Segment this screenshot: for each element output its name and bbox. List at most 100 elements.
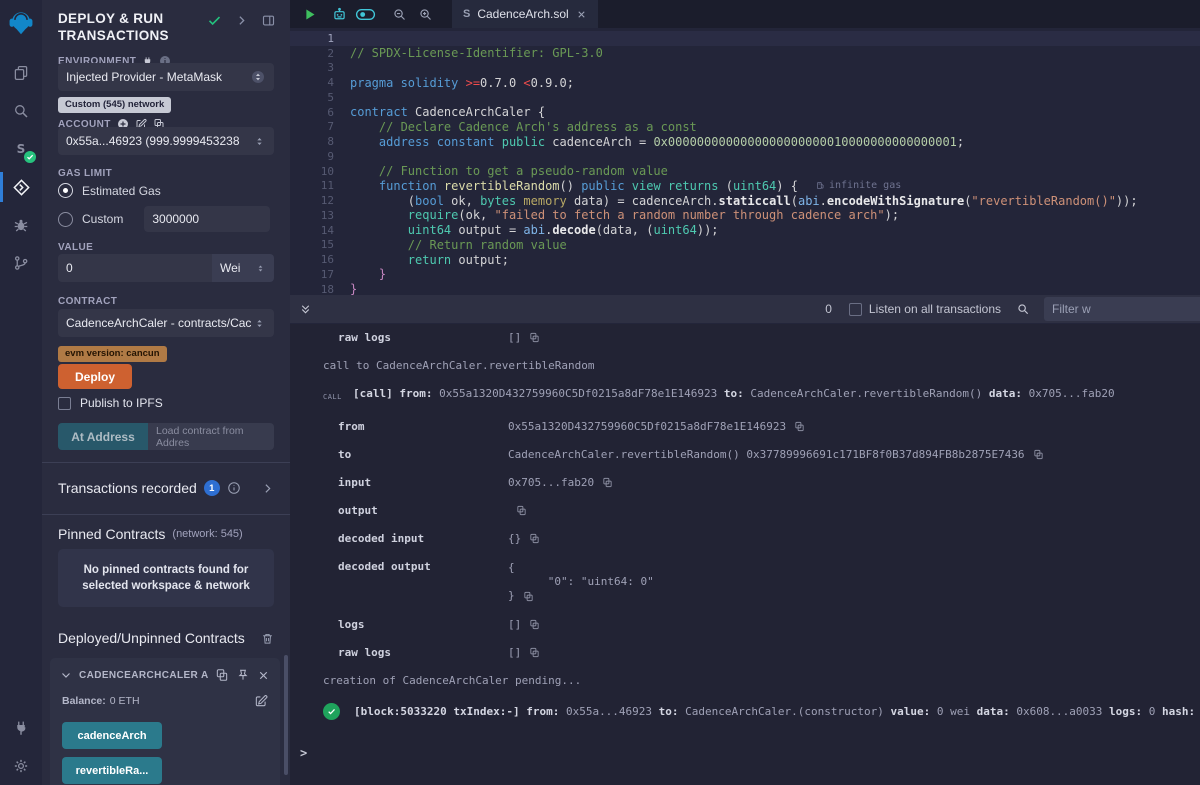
value-unit-select[interactable]: Wei [212,254,274,282]
fn-revertiblerandom-button[interactable]: revertibleRa... [62,757,162,784]
debugger-icon[interactable] [0,206,42,244]
listen-all-checkbox[interactable]: Listen on all transactions [849,302,1001,316]
zoom-in-icon[interactable] [412,0,438,28]
transactions-count-badge: 1 [204,480,220,496]
caret-updown-icon [253,317,266,330]
copy-icon[interactable] [1033,449,1044,461]
terminal-success-entry[interactable]: [block:5033220 txIndex:-] from: 0x55a...… [323,703,1200,720]
zoom-out-icon[interactable] [386,0,412,28]
copy-icon[interactable] [529,619,540,631]
infinite-gas-annotation: infinite gas [816,180,901,191]
deploy-run-icon[interactable] [0,168,42,206]
line-number: 14 [290,224,350,237]
pin-icon[interactable] [236,668,250,682]
success-check-icon [323,703,340,720]
caret-updown-icon [253,135,266,148]
code-line: 6contract CadenceArchCaler { [290,105,1200,120]
trash-icon[interactable] [261,632,274,645]
copilot-toggle-icon[interactable] [352,0,378,28]
pending-count: 0 [825,302,832,316]
code-line: 4pragma solidity >=0.7.0 <0.9.0; [290,75,1200,90]
copy-icon[interactable] [529,533,540,545]
line-number: 8 [290,135,350,148]
contract-select[interactable]: CadenceArchCaler - contracts/Cac [58,309,274,337]
solidity-compiler-icon[interactable]: S [0,130,42,168]
code-line: 2// SPDX-License-Identifier: GPL-3.0 [290,46,1200,61]
plugin-manager-icon[interactable] [0,709,42,747]
copy-icon[interactable] [516,505,527,517]
file-explorer-icon[interactable] [0,54,42,92]
terminal-prompt[interactable]: > [300,746,1200,760]
copy-icon[interactable] [529,647,540,659]
terminal-search-icon[interactable] [1016,302,1030,316]
code-line: 10 // Function to get a pseudo-random va… [290,164,1200,179]
transactions-recorded: Transactions recorded 1 [58,480,274,496]
chevron-right-icon[interactable] [235,14,248,27]
pin-panel-icon[interactable] [261,13,276,28]
account-select[interactable]: 0x55a...46923 (999.9999453238 [58,127,274,155]
search-icon[interactable] [0,92,42,130]
code-line: 15 // Return random value [290,238,1200,253]
environment-select[interactable]: Injected Provider - MetaMask [58,63,274,91]
chevron-down-icon[interactable] [60,669,72,681]
icon-rail: S [0,0,43,785]
pinned-contracts-title: Pinned Contracts (network: 545) [58,526,274,542]
publish-ipfs-checkbox[interactable]: Publish to IPFS [58,396,274,410]
at-address-button[interactable]: At Address [58,423,148,450]
line-number: 2 [290,47,350,60]
value-label: VALUE [58,242,274,253]
gas-limit-label: GAS LIMIT [58,168,274,179]
copy-icon[interactable] [529,332,540,344]
line-number: 6 [290,106,350,119]
compile-check-icon [207,13,222,28]
close-icon[interactable] [257,669,270,682]
code-area[interactable]: 12// SPDX-License-Identifier: GPL-3.034p… [290,28,1200,295]
deploy-button[interactable]: Deploy [58,364,132,389]
copy-icon[interactable] [602,477,613,489]
terminal-call-entry[interactable]: call[call] from: 0x55a1320D432759960C5Df… [323,388,1200,403]
contract-instance-name[interactable]: CADENCEARCHCALER AT 0X [79,670,208,681]
expand-terminal-icon[interactable] [299,303,312,316]
code-line: 14 uint64 output = abi.decode(data, (uin… [290,223,1200,238]
pinned-empty-message: No pinned contracts found for selected w… [58,549,274,607]
copy-icon[interactable] [523,591,534,602]
line-number: 13 [290,209,350,222]
line-number: 15 [290,238,350,251]
ai-assistant-icon[interactable] [326,0,352,28]
edit-balance-icon[interactable] [254,694,268,708]
balance-value: 0 ETH [110,695,140,707]
git-icon[interactable] [0,244,42,282]
deployed-contract-card: CADENCEARCHCALER AT 0X Balance: 0 ETH ca… [50,658,280,785]
editor-toolbar: S CadenceArch.sol [290,0,1200,28]
fn-cadencearch-button[interactable]: cadenceArch [62,722,162,749]
tab-cadencearch[interactable]: S CadenceArch.sol [452,0,598,28]
value-input[interactable]: 0 [58,254,212,282]
gas-custom-radio[interactable]: Custom 3000000 [58,206,274,232]
line-number: 18 [290,283,350,295]
gas-custom-input[interactable]: 3000000 [144,206,270,232]
run-script-icon[interactable] [296,0,322,28]
info-icon[interactable] [227,481,241,495]
code-line: 1 [290,31,1200,46]
settings-icon[interactable] [0,747,42,785]
line-number: 17 [290,268,350,281]
line-number: 7 [290,120,350,133]
at-address-input[interactable]: Load contract from Addres [148,423,274,450]
close-tab-icon[interactable] [576,9,587,20]
terminal-kv-row: from0x55a1320D432759960C5Df0215a8dF78e1E… [323,421,1200,433]
code-line: 16 return output; [290,252,1200,267]
code-line: 12 (bool ok, bytes memory data) = cadenc… [290,193,1200,208]
panel-scrollbar[interactable] [284,655,288,775]
copy-icon[interactable] [794,421,805,433]
caret-updown-icon [255,263,266,274]
line-number: 4 [290,76,350,89]
gas-estimated-radio[interactable]: Estimated Gas [58,183,274,198]
remix-logo[interactable] [0,0,42,46]
copy-icon[interactable] [215,668,229,682]
terminal-text-line: creation of CadenceArchCaler pending... [323,675,1200,687]
contract-label: CONTRACT [58,296,274,307]
terminal-filter-input[interactable]: Filter w [1044,297,1200,321]
chevron-right-icon[interactable] [261,482,274,495]
call-tag: call [323,388,353,403]
line-number: 11 [290,179,350,192]
